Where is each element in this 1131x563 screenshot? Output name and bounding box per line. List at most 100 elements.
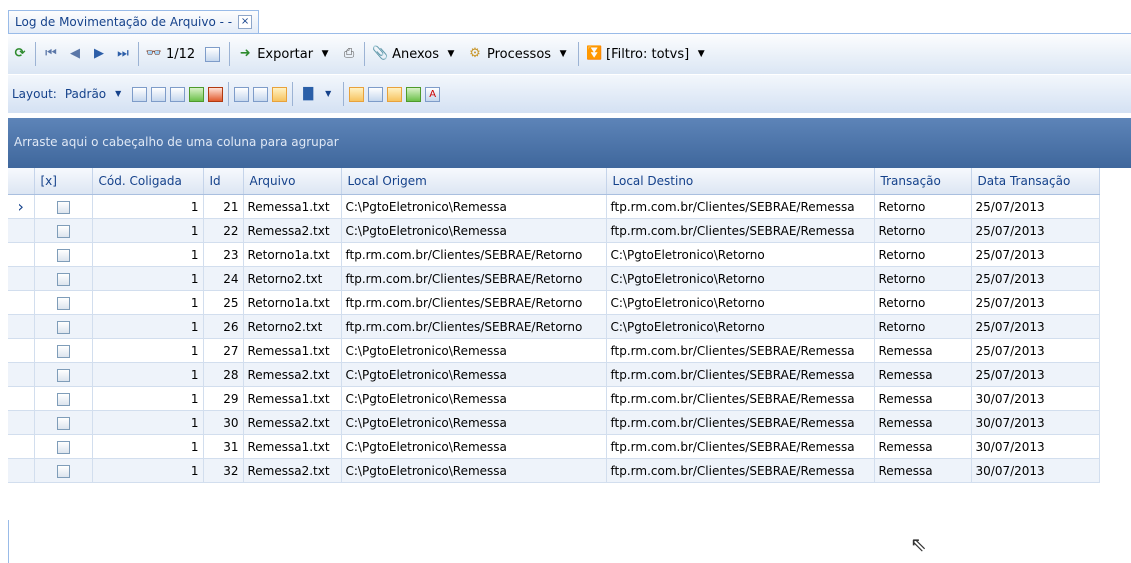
row-indicator[interactable] [8, 266, 35, 291]
row-checkbox[interactable] [56, 464, 70, 478]
cell-coligada[interactable]: 1 [92, 386, 204, 411]
table-row[interactable]: 1 32 Remessa2.txt C:\PgtoEletronico\Remessa… [8, 458, 1100, 483]
cell-arquivo[interactable]: Remessa2.txt [243, 218, 342, 243]
table-row[interactable]: 1 31 Remessa1.txt C:\PgtoEletronico\Remessa… [8, 434, 1100, 459]
export-layout-icon[interactable] [208, 86, 224, 102]
attachments-button[interactable]: 📎 Anexos ▼ [368, 42, 463, 66]
view-card-icon[interactable] [406, 86, 422, 102]
cell-id[interactable]: 24 [203, 266, 244, 291]
column-header-id[interactable]: Id [203, 168, 244, 195]
cell-local-origem[interactable]: C:\PgtoEletronico\Remessa [341, 362, 607, 387]
print-button[interactable]: ⎙ [337, 42, 361, 66]
cell-local-destino[interactable]: ftp.rm.com.br/Clientes/SEBRAE/Remessa [606, 410, 875, 435]
cell-coligada[interactable]: 1 [92, 338, 204, 363]
cell-local-destino[interactable]: C:\PgtoEletronico\Retorno [606, 242, 875, 267]
row-checkbox[interactable] [56, 440, 70, 454]
cell-coligada[interactable]: 1 [92, 218, 204, 243]
cell-data-transacao[interactable]: 25/07/2013 [971, 362, 1100, 387]
calendar-button[interactable] [199, 42, 226, 66]
columns-icon[interactable] [234, 86, 250, 102]
find-button[interactable]: 👓 1/12 [142, 42, 199, 66]
cell-coligada[interactable]: 1 [92, 458, 204, 483]
cell-id[interactable]: 22 [203, 218, 244, 243]
table-row[interactable]: 1 30 Remessa2.txt C:\PgtoEletronico\Remessa… [8, 410, 1100, 435]
filter-button[interactable]: ⏬ [Filtro: totvs] ▼ [582, 42, 713, 66]
cell-id[interactable]: 23 [203, 242, 244, 267]
cell-transacao[interactable]: Remessa [874, 338, 972, 363]
table-row[interactable]: 1 28 Remessa2.txt C:\PgtoEletronico\Remessa… [8, 362, 1100, 387]
grid-layout-icon[interactable] [170, 86, 186, 102]
row-indicator[interactable] [8, 434, 35, 459]
cell-data-transacao[interactable]: 25/07/2013 [971, 314, 1100, 339]
cell-id[interactable]: 31 [203, 434, 244, 459]
cell-id[interactable]: 30 [203, 410, 244, 435]
cell-arquivo[interactable]: Retorno2.txt [243, 266, 342, 291]
cell-local-origem[interactable]: C:\PgtoEletronico\Remessa [341, 218, 607, 243]
cell-coligada[interactable]: 1 [92, 410, 204, 435]
cell-data-transacao[interactable]: 30/07/2013 [971, 386, 1100, 411]
row-indicator[interactable]: › [8, 194, 35, 219]
cell-data-transacao[interactable]: 25/07/2013 [971, 266, 1100, 291]
cell-arquivo[interactable]: Remessa2.txt [243, 458, 342, 483]
cell-local-origem[interactable]: C:\PgtoEletronico\Remessa [341, 410, 607, 435]
column-header-local-origem[interactable]: Local Origem [341, 168, 607, 195]
cell-local-destino[interactable]: C:\PgtoEletronico\Retorno [606, 290, 875, 315]
row-indicator[interactable] [8, 218, 35, 243]
cell-local-origem[interactable]: C:\PgtoEletronico\Remessa [341, 458, 607, 483]
layout-dropdown[interactable]: Padrão ▼ [61, 82, 130, 106]
cell-transacao[interactable]: Retorno [874, 194, 972, 219]
cell-coligada[interactable]: 1 [92, 434, 204, 459]
cell-transacao[interactable]: Remessa [874, 458, 972, 483]
row-indicator[interactable] [8, 458, 35, 483]
cell-local-destino[interactable]: C:\PgtoEletronico\Retorno [606, 314, 875, 339]
row-checkbox[interactable] [56, 224, 70, 238]
column-header-select[interactable]: [x] [34, 168, 93, 195]
cell-transacao[interactable]: Retorno [874, 242, 972, 267]
export-button[interactable]: ➜ Exportar ▼ [233, 42, 337, 66]
row-indicator[interactable] [8, 386, 35, 411]
cell-arquivo[interactable]: Remessa1.txt [243, 386, 342, 411]
import-layout-icon[interactable] [189, 86, 205, 102]
group-by-area[interactable]: Arraste aqui o cabeçalho de uma coluna p… [8, 118, 1131, 168]
font-icon[interactable]: A [425, 86, 441, 102]
cell-data-transacao[interactable]: 25/07/2013 [971, 218, 1100, 243]
cell-transacao[interactable]: Remessa [874, 362, 972, 387]
row-checkbox[interactable] [56, 200, 70, 214]
view-form-icon[interactable] [349, 86, 365, 102]
next-page-button[interactable]: ▶ [87, 42, 111, 66]
sum-icon[interactable] [253, 86, 269, 102]
row-indicator[interactable] [8, 242, 35, 267]
cell-data-transacao[interactable]: 30/07/2013 [971, 410, 1100, 435]
column-header-coligada[interactable]: Cód. Coligada [92, 168, 204, 195]
cell-id[interactable]: 21 [203, 194, 244, 219]
cell-coligada[interactable]: 1 [92, 290, 204, 315]
table-row[interactable]: › 1 21 Remessa1.txt C:\PgtoEletronico\Remess… [8, 194, 1100, 219]
refresh-button[interactable]: ⟳ [8, 42, 32, 66]
view-list-icon[interactable] [368, 86, 384, 102]
cell-local-origem[interactable]: C:\PgtoEletronico\Remessa [341, 434, 607, 459]
save-layout-icon[interactable] [132, 86, 148, 102]
cell-data-transacao[interactable]: 25/07/2013 [971, 194, 1100, 219]
cell-coligada[interactable]: 1 [92, 362, 204, 387]
processes-button[interactable]: ⚙ Processos ▼ [463, 42, 575, 66]
row-checkbox[interactable] [56, 392, 70, 406]
cell-transacao[interactable]: Retorno [874, 290, 972, 315]
previous-page-button[interactable]: ◀ [63, 42, 87, 66]
cell-local-origem[interactable]: ftp.rm.com.br/Clientes/SEBRAE/Retorno [341, 314, 607, 339]
cell-arquivo[interactable]: Retorno1a.txt [243, 290, 342, 315]
row-indicator[interactable] [8, 314, 35, 339]
cell-id[interactable]: 32 [203, 458, 244, 483]
table-row[interactable]: 1 25 Retorno1a.txt ftp.rm.com.br/Clientes/S… [8, 290, 1100, 315]
cell-arquivo[interactable]: Remessa2.txt [243, 410, 342, 435]
table-row[interactable]: 1 26 Retorno2.txt ftp.rm.com.br/Clientes/SE… [8, 314, 1100, 339]
cell-id[interactable]: 27 [203, 338, 244, 363]
copy-layout-icon[interactable] [151, 86, 167, 102]
table-row[interactable]: 1 24 Retorno2.txt ftp.rm.com.br/Clientes/SE… [8, 266, 1100, 291]
first-page-button[interactable]: ⏮ [39, 42, 63, 66]
chart-dropdown[interactable]: ▇ ▼ [296, 82, 340, 106]
row-indicator[interactable] [8, 362, 35, 387]
cell-local-origem[interactable]: ftp.rm.com.br/Clientes/SEBRAE/Retorno [341, 242, 607, 267]
cell-id[interactable]: 26 [203, 314, 244, 339]
cell-transacao[interactable]: Remessa [874, 386, 972, 411]
cell-transacao[interactable]: Retorno [874, 314, 972, 339]
